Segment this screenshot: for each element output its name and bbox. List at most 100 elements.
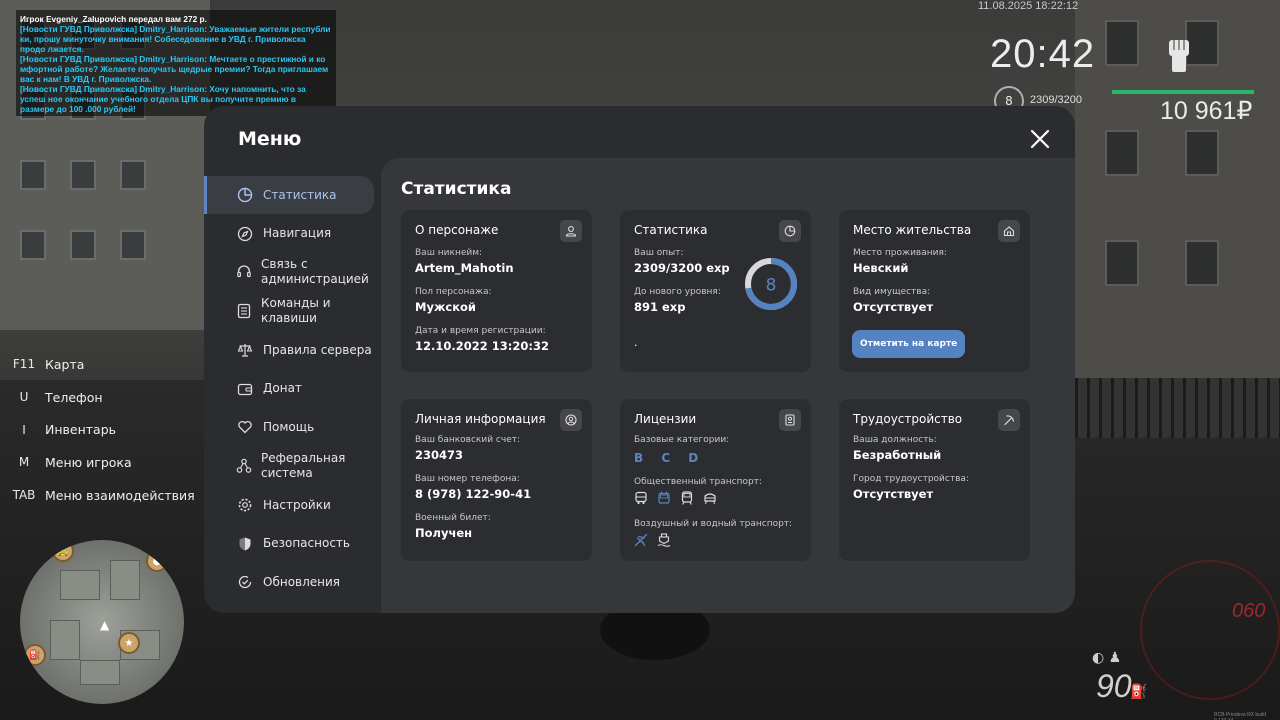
plane-icon — [634, 533, 648, 547]
sidebar-item-navigation[interactable]: Навигация — [204, 215, 374, 253]
user-circle-icon — [560, 409, 582, 431]
card-title: Лицензии — [634, 412, 697, 426]
hotkey-label: Меню игрока — [45, 454, 132, 470]
hotkey-inventory[interactable]: I Инвентарь — [10, 413, 195, 446]
menu-window: Меню Статистика Навигация Связь с админи… — [204, 106, 1075, 613]
heart-hands-icon — [236, 418, 254, 436]
user-icon — [560, 220, 582, 242]
hotkey-interaction-menu[interactable]: TAB Меню взаимодействия — [10, 479, 195, 512]
taxi-marker-icon: 🚕 — [52, 540, 74, 562]
hotkey-key: TAB — [12, 488, 36, 503]
registration-field: Дата и время регистрации: 12.10.2022 13:2… — [415, 326, 549, 353]
residence-card: Место жительства Место проживания: Невски… — [839, 210, 1030, 372]
hotkey-list: F11 Карта U Телефон I Инвентарь M Меню игрок… — [10, 348, 195, 511]
speedometer-ring — [1140, 560, 1280, 700]
home-icon — [998, 220, 1020, 242]
phone-field: Ваш номер телефона: 8 (978) 122-90-41 — [415, 474, 532, 501]
fence — [1075, 378, 1280, 438]
speed-value: 90 — [1096, 668, 1132, 704]
sidebar-item-security[interactable]: Безопасность — [204, 525, 374, 563]
hotkey-key: I — [22, 422, 26, 437]
train-icon — [681, 491, 693, 505]
document-list-icon — [236, 302, 252, 320]
sidebar-item-updates[interactable]: Обновления — [204, 563, 374, 601]
pie-chart-icon — [779, 220, 801, 242]
sidebar-item-label: Безопасность — [263, 536, 350, 550]
residence-place-field: Место проживания: Невский — [853, 248, 947, 275]
nickname-field: Ваш никнейм: Artem_Mahotin — [415, 248, 514, 275]
wallet-icon — [236, 380, 254, 398]
sidebar-item-label: Обновления — [263, 574, 341, 589]
shop-marker-icon: ★ — [118, 632, 140, 654]
indicator-icon: ◐ ♟ — [1092, 650, 1122, 666]
stats-dot: . — [634, 336, 638, 349]
gear-icon — [236, 496, 254, 514]
scales-icon — [236, 341, 254, 359]
hotkey-key: F11 — [12, 357, 36, 372]
sidebar-item-label: Правила сервера — [263, 342, 372, 357]
level-progress-ring: 8 — [745, 258, 797, 310]
public-transport-icons — [634, 491, 717, 505]
air-water-transport-label: Воздушный и водный транспорт: — [634, 519, 793, 529]
trolleybus-icon — [658, 491, 670, 504]
bank-account-field: Ваш банковский счет: 230473 — [415, 435, 521, 462]
licenses-card: Лицензии Базовые категории: B C D Общест… — [620, 399, 811, 561]
property-field: Вид имущества: Отсутствует — [853, 287, 934, 314]
military-id-field: Военный билет: Получен — [415, 513, 491, 540]
sidebar-item-commands[interactable]: Команды и клавиши — [204, 292, 374, 330]
sidebar-item-label: Статистика — [263, 187, 337, 202]
sidebar-item-referral[interactable]: Реферальная система — [204, 447, 374, 485]
sidebar-item-statistics[interactable]: Статистика — [204, 176, 374, 214]
card-title: Трудоустройство — [853, 412, 963, 426]
chat-line: [Новости ГУВД Приволжска] Dmitry_Harriso… — [20, 24, 331, 54]
shield-icon — [236, 535, 254, 553]
close-icon[interactable] — [1027, 126, 1053, 152]
hotkey-label: Карта — [45, 356, 85, 372]
headset-icon — [236, 263, 252, 281]
sidebar-item-label: Помощь — [263, 419, 315, 434]
sidebar-item-settings[interactable]: Настройки — [204, 486, 374, 524]
level-number: 8 — [766, 276, 777, 296]
personal-info-card: Личная информация Ваш банковский счет: 23… — [401, 399, 592, 561]
sidebar-item-label: Навигация — [263, 226, 332, 240]
sidebar-item-help[interactable]: Помощь — [204, 408, 374, 446]
sidebar-item-label: Команды и клавиши — [261, 296, 331, 325]
gas-marker-icon: ⛽ — [24, 644, 46, 666]
air-water-transport-icons — [634, 533, 671, 547]
health-bar — [1112, 90, 1254, 94]
character-card: О персонаже Ваш никнейм: Artem_Mahotin По… — [401, 210, 592, 372]
chat-line: Игрок Evgeniy_Zalupovich передал вам 272… — [20, 14, 207, 24]
card-title: О персонаже — [415, 223, 499, 237]
network-icon — [236, 457, 252, 475]
ship-icon — [657, 533, 671, 547]
sidebar-item-label: Донат — [263, 381, 302, 395]
hotkey-label: Меню взаимодействия — [45, 487, 195, 503]
hotkey-player-menu[interactable]: M Меню игрока — [10, 446, 195, 479]
sidebar-item-rules[interactable]: Правила сервера — [204, 331, 374, 369]
job-position-field: Ваша должность: Безработный — [853, 435, 942, 462]
hotkey-map[interactable]: F11 Карта — [10, 348, 195, 381]
mark-on-map-button[interactable]: Отметить на карте — [852, 330, 966, 358]
experience-field: Ваш опыт: 2309/3200 exp — [634, 248, 730, 275]
compass-icon — [236, 225, 254, 243]
sidebar-item-donate[interactable]: Донат — [204, 370, 374, 408]
id-badge-icon — [779, 409, 801, 431]
minimap[interactable]: ▲ 🚕 ● ⛽ ★ — [20, 540, 184, 704]
hotkey-phone[interactable]: U Телефон — [10, 381, 195, 414]
hud-exp: 2309/3200 — [1030, 94, 1082, 106]
hotkey-key: M — [18, 455, 30, 470]
fuel-icon: ⛽ — [1130, 684, 1148, 700]
license-categories: B C D — [634, 451, 706, 465]
stats-card: Статистика Ваш опыт: 2309/3200 exp До нов… — [620, 210, 811, 372]
page-title: Статистика — [401, 179, 512, 199]
sidebar-item-label: Связь с администрацией — [261, 257, 369, 286]
pie-chart-icon — [236, 186, 254, 204]
player-arrow-icon: ▲ — [100, 618, 110, 632]
refresh-check-icon — [236, 573, 254, 591]
bus-icon — [635, 491, 647, 505]
hotkey-label: Инвентарь — [45, 422, 116, 438]
hud-date: 11.08.2025 18:22:12 — [978, 0, 1079, 12]
sidebar-item-contact-admin[interactable]: Связь с администрацией — [204, 253, 374, 291]
hotkey-label: Телефон — [45, 389, 103, 405]
hud-clock: 20:42 — [990, 32, 1096, 76]
